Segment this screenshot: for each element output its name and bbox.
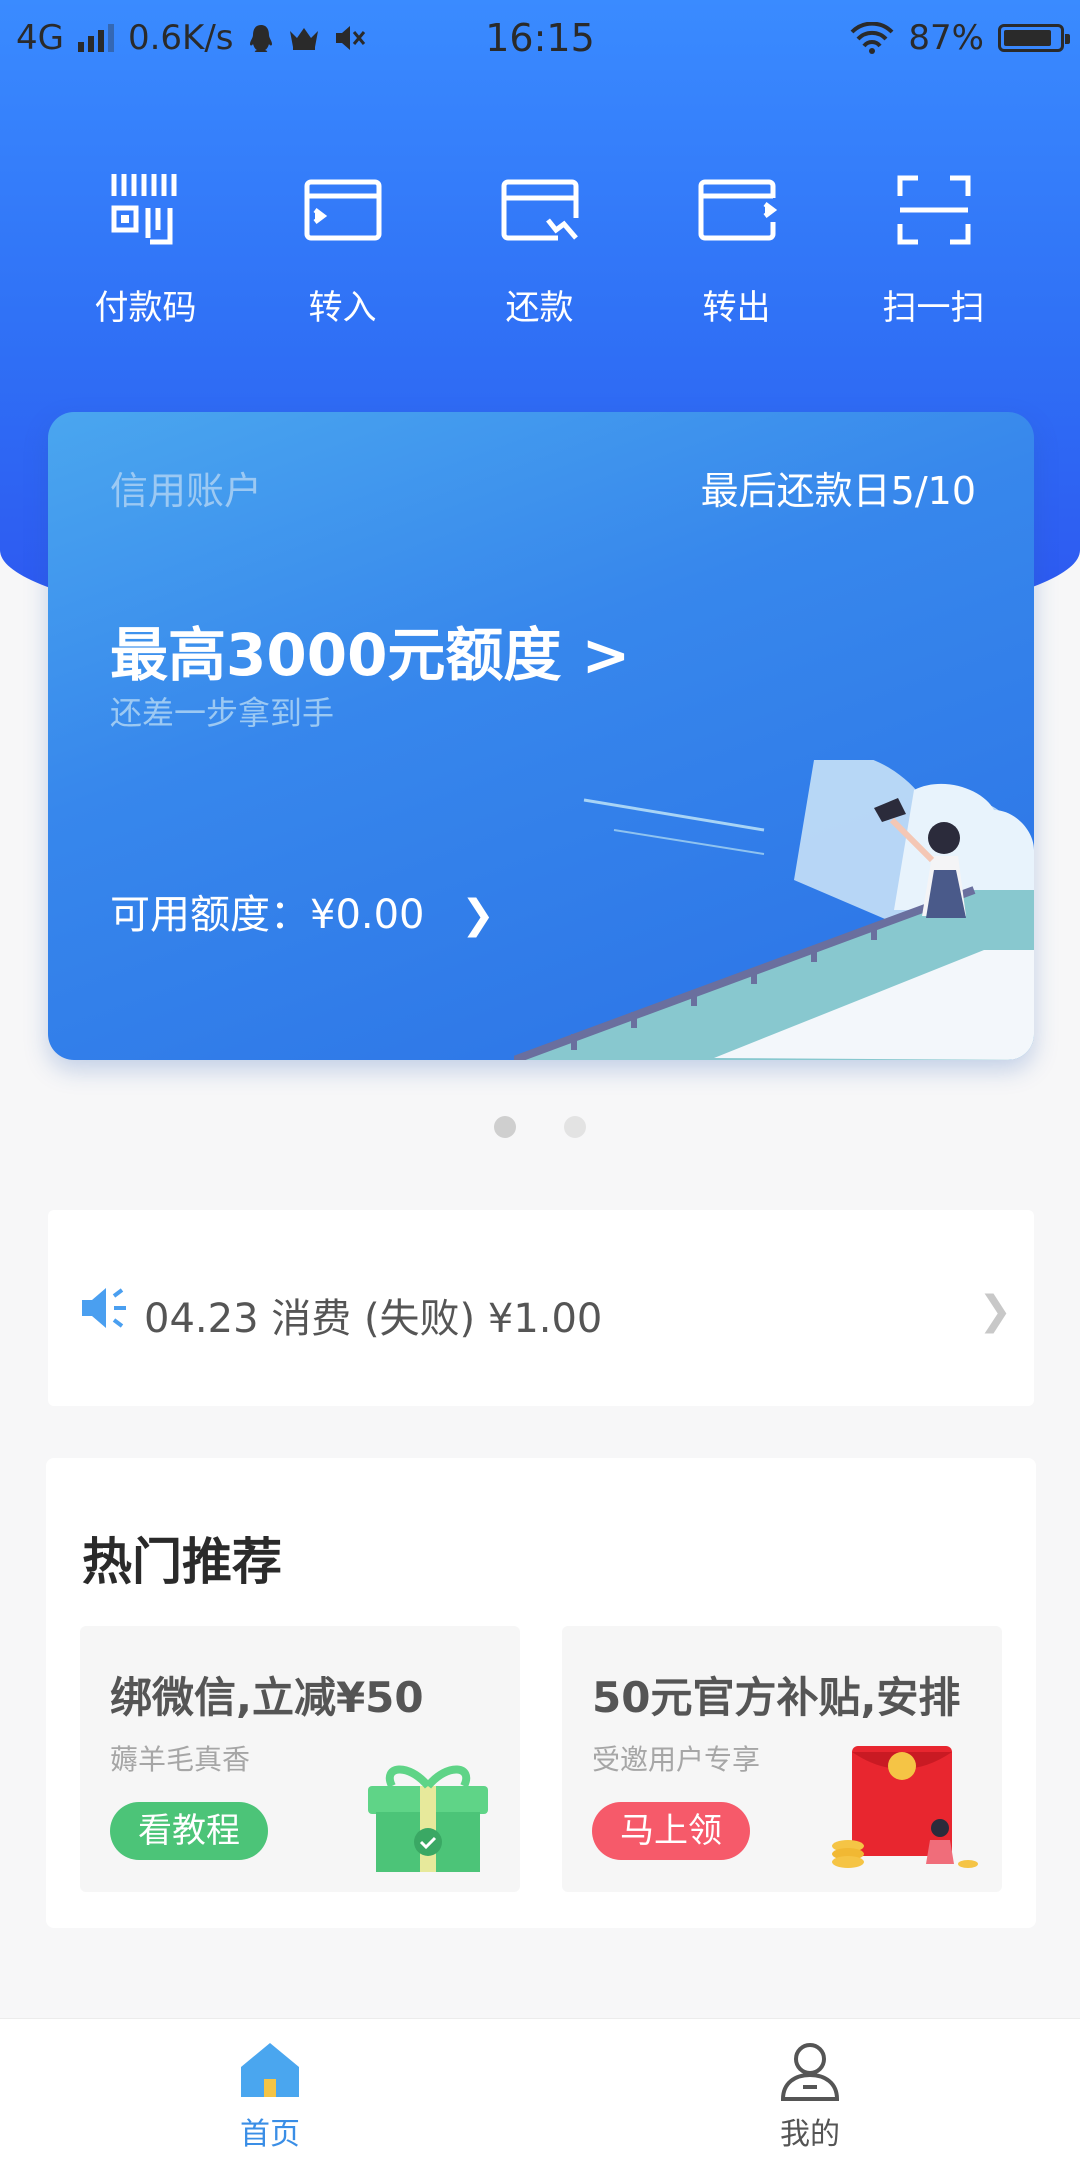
- carousel-dot[interactable]: [564, 1116, 586, 1138]
- card-illustration: [514, 760, 1034, 1060]
- quick-action-scan[interactable]: 扫一扫: [835, 168, 1032, 329]
- available-credit-link[interactable]: 可用额度：¥0.00 ❯: [110, 882, 495, 940]
- barcode-icon: [111, 174, 176, 245]
- credit-hint: 还差一步拿到手: [110, 694, 335, 732]
- quick-action-label: 还款: [505, 288, 574, 328]
- quick-action-label: 转出: [702, 288, 771, 328]
- due-date: 最后还款日5/10: [700, 469, 976, 513]
- promo-card-subsidy[interactable]: 50元官方补贴,安排 受邀用户专享 马上领: [562, 1626, 1002, 1892]
- account-label: 信用账户: [110, 469, 263, 513]
- repay-icon: [501, 179, 578, 241]
- scan-icon: [897, 175, 970, 245]
- promo-subtitle: 薅羊毛真香: [110, 1743, 251, 1776]
- promo-title: 50元官方补贴,安排: [592, 1673, 961, 1722]
- profile-icon: [780, 2043, 840, 2101]
- promo-subtitle: 受邀用户专享: [592, 1743, 761, 1776]
- transaction-notice[interactable]: 04.23 消费 (失败) ¥1.00 ❯: [48, 1210, 1034, 1406]
- transfer-out-icon: [698, 179, 777, 241]
- transfer-in-icon: [304, 179, 381, 241]
- chevron-right-icon: ❯: [461, 892, 495, 938]
- quick-action-transfer-out[interactable]: 转出: [638, 168, 835, 329]
- hot-recommendations: 热门推荐 绑微信,立减¥50 薅羊毛真香 看教程 50元官方补贴,安排 受邀用户…: [46, 1458, 1036, 1928]
- credit-account-card[interactable]: 信用账户 最后还款日5/10 最高3000元额度 > 还差一步拿到手 可用额度：…: [48, 412, 1034, 1060]
- quick-action-label: 转入: [308, 288, 377, 328]
- quick-action-label: 付款码: [94, 288, 197, 328]
- bottom-tab-bar: 首页 我的: [0, 2018, 1080, 2161]
- carousel-dot[interactable]: [494, 1116, 516, 1138]
- quick-action-repay[interactable]: 还款: [441, 168, 638, 329]
- section-title: 热门推荐: [82, 1533, 282, 1591]
- tab-label: 首页: [240, 2117, 300, 2152]
- chevron-right-icon: ❯: [978, 1288, 1012, 1334]
- red-envelope-icon: [832, 1746, 978, 1868]
- home-icon: [241, 2043, 299, 2097]
- gift-icon: [368, 1765, 488, 1872]
- available-credit: 可用额度：¥0.00: [110, 892, 425, 938]
- quick-action-pay-code[interactable]: 付款码: [47, 168, 244, 329]
- quick-action-label: 扫一扫: [882, 288, 985, 328]
- claim-now-button[interactable]: 马上领: [592, 1802, 750, 1860]
- credit-limit-link[interactable]: 最高3000元额度 >: [110, 608, 630, 692]
- promo-title: 绑微信,立减¥50: [110, 1673, 424, 1722]
- status-bar: 4G 0.6K/s 16:15 87%: [0, 0, 1080, 76]
- view-tutorial-button[interactable]: 看教程: [110, 1802, 268, 1860]
- tab-home[interactable]: 首页: [170, 2037, 370, 2153]
- tab-mine[interactable]: 我的: [710, 2037, 910, 2153]
- speaker-icon: [82, 1288, 126, 1328]
- battery-percent: 87%: [908, 18, 984, 58]
- notice-text: 04.23 消费 (失败) ¥1.00: [144, 1296, 603, 1342]
- quick-actions: 付款码 转入 还款 转出 扫一扫: [0, 168, 1080, 329]
- wifi-icon: [850, 22, 894, 54]
- tab-label: 我的: [780, 2117, 840, 2152]
- promo-card-wechat[interactable]: 绑微信,立减¥50 薅羊毛真香 看教程: [80, 1626, 520, 1892]
- quick-action-transfer-in[interactable]: 转入: [244, 168, 441, 329]
- carousel-indicator: [0, 1116, 1080, 1138]
- battery-icon: [998, 24, 1070, 52]
